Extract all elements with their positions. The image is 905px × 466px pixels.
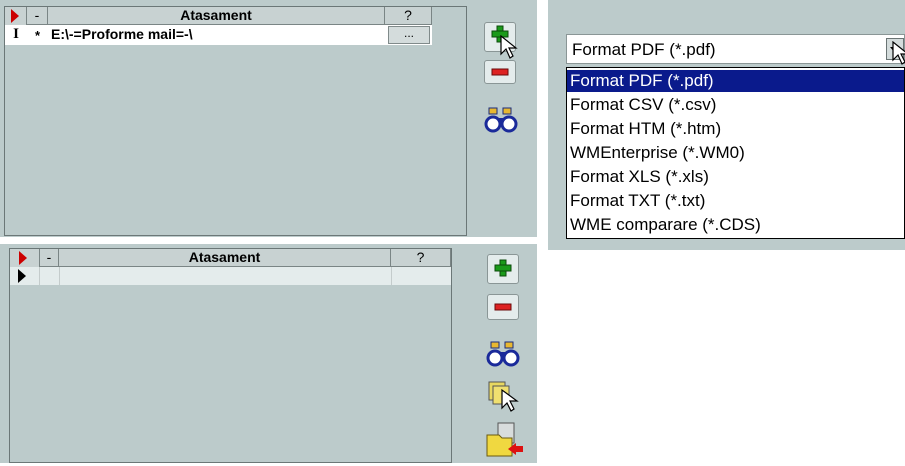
bottom-grid-header-attachment[interactable]: Atasament xyxy=(59,249,391,267)
minus-icon xyxy=(491,68,509,76)
mouse-pointer-icon xyxy=(892,41,905,65)
bottom-grid-header-help[interactable]: ? xyxy=(391,249,451,267)
view-attachment-button[interactable] xyxy=(483,104,519,134)
plus-icon xyxy=(494,259,512,277)
bottom-grid-row[interactable] xyxy=(10,267,451,285)
top-grid-row-indicator-header xyxy=(5,7,27,25)
top-attachments-panel: - Atasament ? I * E:\-=Proforme mail=-\ … xyxy=(0,0,537,237)
browse-button[interactable]: ... xyxy=(388,26,430,44)
format-panel: Format PDF (*.pdf) Format PDF (*.pdf) Fo… xyxy=(548,0,905,250)
binoculars-icon xyxy=(484,107,518,133)
red-triangle-icon xyxy=(19,251,27,265)
top-grid-row-marker: * xyxy=(34,28,41,43)
format-select[interactable]: Format PDF (*.pdf) xyxy=(566,34,905,65)
bottom-grid-header-marker[interactable]: - xyxy=(40,249,59,267)
remove-attachment-button[interactable] xyxy=(484,60,516,84)
format-option-txt[interactable]: Format TXT (*.txt) xyxy=(567,190,904,212)
format-option-csv[interactable]: Format CSV (*.csv) xyxy=(567,94,904,116)
red-triangle-icon xyxy=(11,9,19,23)
format-option-htm[interactable]: Format HTM (*.htm) xyxy=(567,118,904,140)
select-folder-button[interactable] xyxy=(486,378,522,412)
format-option-wm0[interactable]: WMEnterprise (*.WM0) xyxy=(567,142,904,164)
folder-pointer-icon xyxy=(488,381,519,412)
top-grid-row-attachment-path[interactable]: E:\-=Proforme mail=-\ xyxy=(51,25,381,45)
export-attachment-button[interactable] xyxy=(484,421,524,461)
folder-export-icon xyxy=(486,422,523,457)
top-grid-header-marker[interactable]: - xyxy=(27,7,48,25)
top-grid-header-help[interactable]: ? xyxy=(385,7,432,25)
bottom-grid-row-help-cell[interactable] xyxy=(391,267,392,285)
mouse-pointer-icon xyxy=(500,35,518,59)
minus-icon xyxy=(494,303,512,311)
top-grid-row[interactable]: I * E:\-=Proforme mail=-\ ... xyxy=(5,25,432,45)
text-cursor-icon: I xyxy=(13,26,19,42)
bottom-grid-row-indicator-header xyxy=(10,249,40,267)
format-select-value: Format PDF (*.pdf) xyxy=(572,40,716,59)
black-triangle-icon xyxy=(18,269,26,283)
top-grid-header-attachment[interactable]: Atasament xyxy=(48,7,385,25)
add-attachment-button[interactable] xyxy=(487,254,519,284)
format-option-pdf[interactable]: Format PDF (*.pdf) xyxy=(567,70,904,92)
remove-attachment-button[interactable] xyxy=(487,294,519,320)
view-attachment-button[interactable] xyxy=(485,338,521,368)
format-option-xls[interactable]: Format XLS (*.xls) xyxy=(567,166,904,188)
bottom-grid-row-attachment-cell[interactable] xyxy=(59,267,60,285)
bottom-attachments-panel: - Atasament ? xyxy=(0,244,537,463)
add-attachment-button[interactable] xyxy=(484,22,518,59)
format-options-list: Format PDF (*.pdf) Format CSV (*.csv) Fo… xyxy=(566,67,905,239)
format-option-cds[interactable]: WME comparare (*.CDS) xyxy=(567,214,904,236)
binoculars-icon xyxy=(486,341,520,367)
bottom-grid-row-marker-cell xyxy=(39,267,40,285)
